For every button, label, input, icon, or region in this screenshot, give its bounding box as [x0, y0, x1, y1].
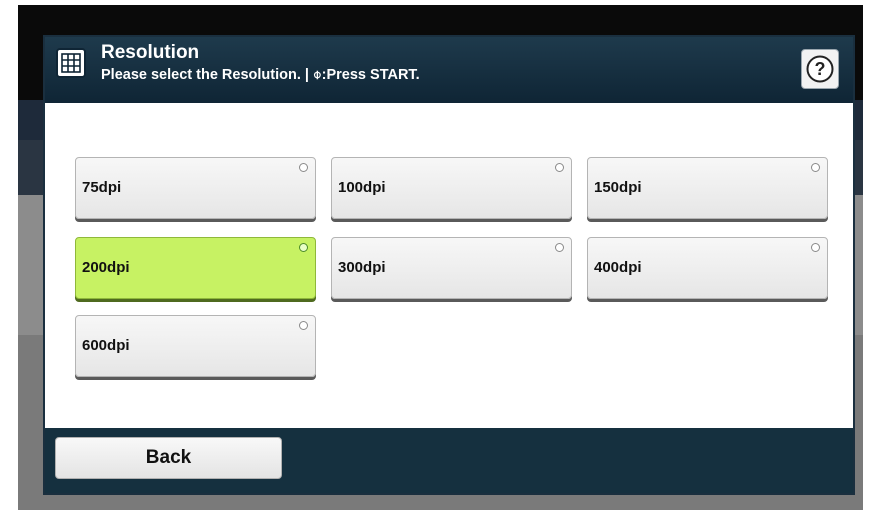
option-400dpi[interactable]: 400dpi — [587, 237, 828, 299]
help-button[interactable]: ? — [801, 49, 839, 89]
help-icon: ? — [806, 55, 834, 83]
back-button[interactable]: Back — [55, 437, 282, 479]
radio-indicator-icon — [299, 321, 308, 330]
dialog-instructions: Please select the Resolution. | ⌽:Press … — [101, 67, 420, 83]
option-label: 150dpi — [594, 179, 642, 196]
radio-indicator-icon — [299, 163, 308, 172]
option-label: 200dpi — [82, 259, 130, 276]
option-300dpi[interactable]: 300dpi — [331, 237, 572, 299]
option-label: 100dpi — [338, 179, 386, 196]
option-75dpi[interactable]: 75dpi — [75, 157, 316, 219]
option-600dpi[interactable]: 600dpi — [75, 315, 316, 377]
radio-indicator-icon — [299, 243, 308, 252]
option-100dpi[interactable]: 100dpi — [331, 157, 572, 219]
resolution-dialog: Resolution Please select the Resolution.… — [43, 35, 855, 495]
dialog-header: Resolution Please select the Resolution.… — [45, 37, 853, 104]
dialog-footer: Back — [45, 428, 853, 493]
device-screen: Resolution Please select the Resolution.… — [18, 5, 863, 510]
option-label: 400dpi — [594, 259, 642, 276]
radio-indicator-icon — [811, 163, 820, 172]
option-label: 300dpi — [338, 259, 386, 276]
radio-indicator-icon — [555, 163, 564, 172]
radio-indicator-icon — [555, 243, 564, 252]
option-150dpi[interactable]: 150dpi — [587, 157, 828, 219]
grid-icon — [56, 48, 86, 78]
dialog-title: Resolution — [101, 42, 200, 63]
radio-indicator-icon — [811, 243, 820, 252]
option-label: 75dpi — [82, 179, 122, 196]
resolution-options: 75dpi 100dpi 150dpi 200dpi 300dpi 400dpi — [45, 103, 853, 428]
option-label: 600dpi — [82, 337, 130, 354]
option-200dpi[interactable]: 200dpi — [75, 237, 316, 299]
svg-text:?: ? — [815, 59, 826, 79]
